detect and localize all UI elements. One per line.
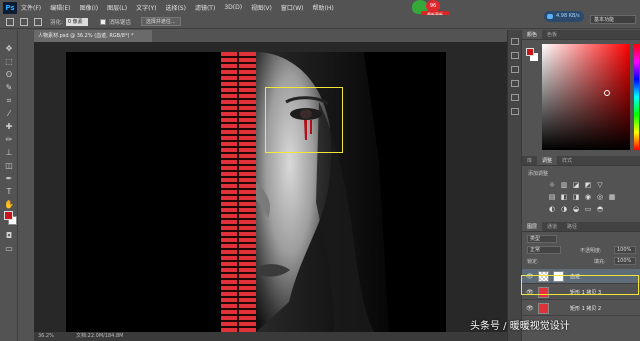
brush-icon[interactable]: ✏ — [4, 135, 14, 145]
quick-mask-icon[interactable]: ◘ — [4, 231, 14, 241]
menu-type[interactable]: 文字(Y) — [136, 3, 156, 12]
panel-foreground-swatch[interactable] — [526, 48, 534, 56]
channel-mixer-icon[interactable]: ◎ — [596, 194, 604, 201]
tab-adjustments[interactable]: 调整 — [537, 156, 558, 165]
brightness-icon[interactable]: ☼ — [548, 182, 556, 189]
eraser-icon[interactable]: ◫ — [4, 161, 14, 171]
layer-name[interactable]: 矩形 1 拷贝 2 — [570, 305, 601, 312]
brush-panel-icon[interactable] — [511, 94, 519, 101]
doc-size-readout: 文档:22.0M/184.8M — [76, 333, 124, 339]
layers-panel-tabs: 图层 通道 路径 — [522, 222, 640, 232]
exposure-icon[interactable]: ◩ — [584, 182, 592, 189]
marquee-icon[interactable]: ⬚ — [4, 57, 14, 67]
new-selection-icon[interactable] — [20, 17, 28, 26]
pen-icon[interactable]: ✒ — [4, 174, 14, 184]
gradient-map-icon[interactable]: ▭ — [584, 206, 592, 213]
canvas-area[interactable] — [34, 42, 520, 332]
layer-row[interactable]: 👁 矩形 1 拷贝 2 — [522, 301, 640, 316]
watermark: 头条号 / 暖暖视觉设计 — [470, 321, 570, 332]
healing-brush-icon[interactable]: ✚ — [4, 122, 14, 132]
vibrance-icon[interactable]: ▽ — [596, 182, 604, 189]
history-panel-icon[interactable] — [511, 38, 519, 45]
paragraph-panel-icon[interactable] — [511, 80, 519, 87]
active-layer-highlight — [521, 275, 639, 295]
quick-select-icon[interactable]: ✎ — [4, 83, 14, 93]
feather-label: 羽化: — [50, 19, 63, 26]
hue-saturation-icon[interactable]: ▤ — [548, 194, 556, 201]
tab-swatches[interactable]: 色板 — [542, 30, 562, 39]
tab-styles[interactable]: 样式 — [557, 156, 577, 165]
clone-source-icon[interactable] — [511, 108, 519, 115]
posterize-icon[interactable]: ◑ — [560, 206, 568, 213]
layer-thumbnail — [538, 303, 549, 314]
tab-color[interactable]: 颜色 — [522, 30, 543, 39]
select-and-mask-button[interactable]: 选择并遮住... — [140, 17, 181, 26]
move-tool-icon[interactable]: ✥ — [4, 44, 14, 54]
menu-edit[interactable]: 编辑(E) — [50, 3, 70, 12]
antialias-label: 消除锯齿 — [108, 19, 131, 26]
menu-file[interactable]: 文件(F) — [21, 3, 41, 12]
hue-slider[interactable] — [634, 44, 639, 150]
marquee-tool-icon[interactable] — [6, 17, 14, 26]
menu-3d[interactable]: 3D(D) — [224, 4, 242, 11]
photo-filter-icon[interactable]: ◉ — [584, 194, 592, 201]
menu-select[interactable]: 选择(S) — [165, 3, 186, 12]
black-white-icon[interactable]: ◨ — [572, 194, 580, 201]
menu-help[interactable]: 帮助(H) — [313, 3, 334, 12]
antialias-checkbox[interactable] — [99, 18, 106, 25]
eye-icon[interactable]: 👁 — [526, 305, 534, 312]
canvas-image — [66, 52, 446, 332]
tools-panel: ✥ ⬚ ʘ ✎ ⌗ ⁄ ✚ ✏ ⊥ ◫ ✒ T ✋ ◘ ▭ — [0, 30, 18, 341]
blend-mode-select[interactable]: 正常 — [527, 246, 561, 254]
lasso-icon[interactable]: ʘ — [4, 70, 14, 80]
layer-kind-filter[interactable]: 类型 — [527, 235, 557, 243]
add-selection-icon[interactable] — [34, 17, 42, 26]
text-icon[interactable]: T — [4, 187, 14, 197]
hand-icon[interactable]: ✋ — [4, 200, 14, 210]
menu-window[interactable]: 窗口(W) — [281, 3, 304, 12]
panel-dock — [507, 30, 521, 341]
tab-libraries[interactable]: 库 — [522, 156, 537, 165]
feather-input[interactable]: 0 像素 — [65, 17, 88, 26]
fill-input[interactable]: 100% — [614, 257, 636, 265]
foreground-color-swatch[interactable] — [4, 211, 13, 220]
eyedropper-icon[interactable]: ⁄ — [4, 109, 14, 119]
opacity-label: 不透明度: — [580, 248, 602, 254]
color-balance-icon[interactable]: ◧ — [560, 194, 568, 201]
screen-mode-icon[interactable]: ▭ — [4, 244, 14, 254]
fill-label: 填充: — [594, 259, 606, 265]
stripe-divider — [237, 52, 239, 332]
zoom-readout[interactable]: 36.2% — [38, 332, 54, 341]
network-speed: 4.98 KB/s — [544, 11, 584, 22]
document-tab[interactable]: 人物素材.psd @ 36.2% (血迹, RGB/8*) * — [34, 30, 152, 42]
invert-icon[interactable]: ◐ — [548, 206, 556, 213]
color-panel-tabs: 颜色 色板 — [522, 30, 640, 40]
color-picker-ring[interactable] — [604, 90, 610, 96]
adjust-panel-tabs: 库 调整 样式 — [522, 156, 640, 166]
color-field[interactable] — [542, 44, 630, 150]
color-lookup-icon[interactable]: ▦ — [608, 194, 616, 201]
character-panel-icon[interactable] — [511, 66, 519, 73]
photoshop-logo: Ps — [3, 1, 17, 14]
threshold-icon[interactable]: ◒ — [572, 206, 580, 213]
menu-layer[interactable]: 图层(L) — [107, 3, 127, 12]
tab-paths[interactable]: 路径 — [562, 222, 582, 231]
selective-color-icon[interactable]: ◓ — [596, 206, 604, 213]
curves-icon[interactable]: ◪ — [572, 182, 580, 189]
status-bar: 36.2% 文档:22.0M/184.8M — [34, 332, 520, 341]
properties-panel-icon[interactable] — [511, 52, 519, 59]
levels-icon[interactable]: ▥ — [560, 182, 568, 189]
menu-filter[interactable]: 滤镜(T) — [195, 3, 215, 12]
eye-highlight-box — [265, 87, 343, 153]
clone-stamp-icon[interactable]: ⊥ — [4, 148, 14, 158]
add-adjustment-label: 添加调整 — [528, 171, 549, 177]
lock-label: 锁定: — [527, 259, 539, 265]
menu-image[interactable]: 图像(I) — [80, 3, 98, 12]
tab-channels[interactable]: 通道 — [542, 222, 562, 231]
menu-view[interactable]: 视图(V) — [251, 3, 272, 12]
opacity-input[interactable]: 100% — [614, 246, 636, 254]
workspace-select[interactable]: 基本功能 — [590, 15, 636, 24]
tab-layers[interactable]: 图层 — [522, 222, 543, 231]
crop-icon[interactable]: ⌗ — [4, 96, 14, 106]
